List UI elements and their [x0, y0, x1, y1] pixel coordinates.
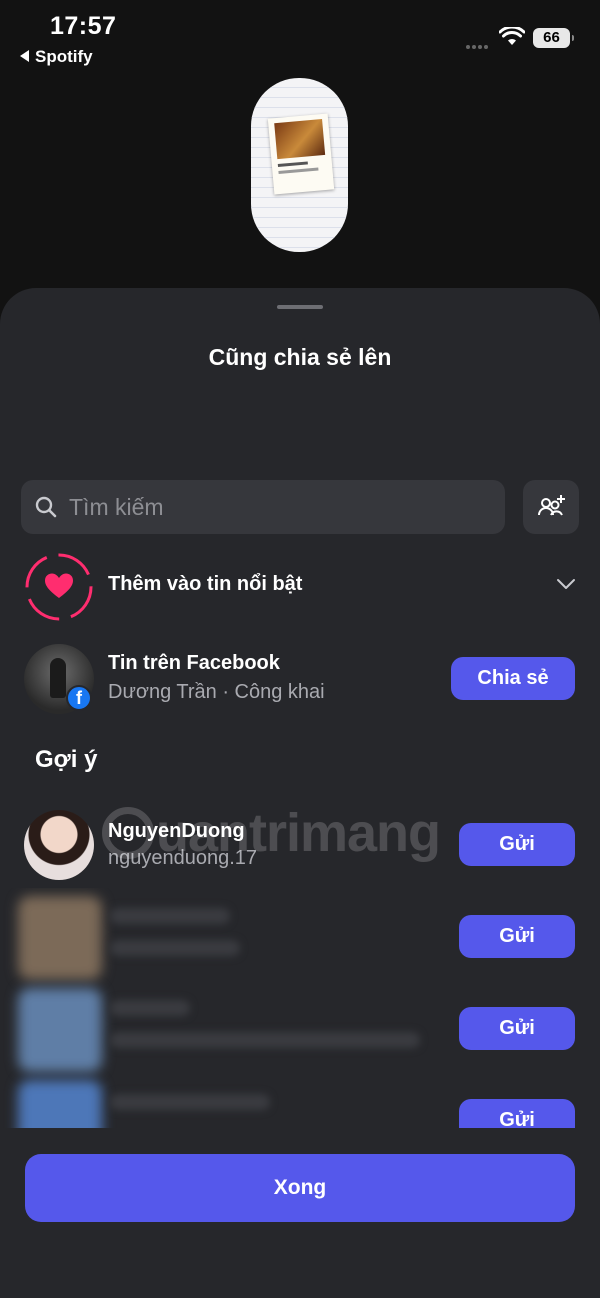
- avatar: [18, 988, 102, 1072]
- facebook-story-subtitle: Dương Trần · Công khai: [108, 681, 325, 703]
- send-button[interactable]: Gửi: [459, 1007, 575, 1050]
- blurred-username: [110, 940, 240, 956]
- suggestions-heading: Gợi ý: [35, 746, 98, 773]
- highlight-label: Thêm vào tin nổi bật: [108, 573, 303, 595]
- add-people-icon: [538, 495, 565, 516]
- album-card-image: [267, 113, 335, 195]
- avatar: [18, 896, 102, 980]
- sheet-grabber[interactable]: [277, 305, 323, 309]
- back-arrow-icon: [20, 50, 29, 62]
- chevron-down-icon[interactable]: [556, 578, 576, 590]
- send-button[interactable]: Gửi: [459, 1099, 575, 1128]
- facebook-story-title: Tin trên Facebook: [108, 652, 280, 674]
- blurred-name: [110, 1094, 270, 1110]
- watermark-logo: uantrimang: [102, 802, 441, 864]
- cellular-signal-icon: [466, 36, 492, 49]
- search-icon: [35, 496, 57, 518]
- back-to-app-link[interactable]: Spotify: [20, 47, 93, 67]
- sheet-title: Cũng chia sẻ lên: [208, 344, 392, 370]
- blurred-name: [110, 908, 230, 924]
- avatar: [24, 810, 94, 880]
- clock: 17:57: [50, 12, 117, 40]
- share-sheet: Cũng chia sẻ lên Thêm vào tin nổi bật f: [0, 288, 600, 1298]
- done-button[interactable]: Xong: [25, 1154, 575, 1222]
- wifi-icon: [499, 27, 525, 45]
- send-button[interactable]: Gửi: [459, 915, 575, 958]
- story-preview: [251, 78, 348, 252]
- search-bar[interactable]: [21, 480, 505, 534]
- suggestion-list: Gửi Gửi Gửi: [0, 888, 600, 1128]
- share-to-facebook-button[interactable]: Chia sẻ: [451, 657, 575, 700]
- blurred-username: [110, 1032, 420, 1048]
- blurred-name: [110, 1000, 190, 1016]
- add-people-button[interactable]: [523, 480, 579, 534]
- facebook-icon: f: [66, 685, 92, 711]
- send-button[interactable]: Gửi: [459, 823, 575, 866]
- avatar: [18, 1080, 102, 1128]
- status-bar: 17:57 Spotify 66: [0, 0, 600, 80]
- search-input[interactable]: [69, 480, 489, 534]
- highlight-heart-icon: [25, 553, 93, 621]
- back-app-label: Spotify: [35, 47, 93, 66]
- battery-indicator: 66: [533, 28, 574, 48]
